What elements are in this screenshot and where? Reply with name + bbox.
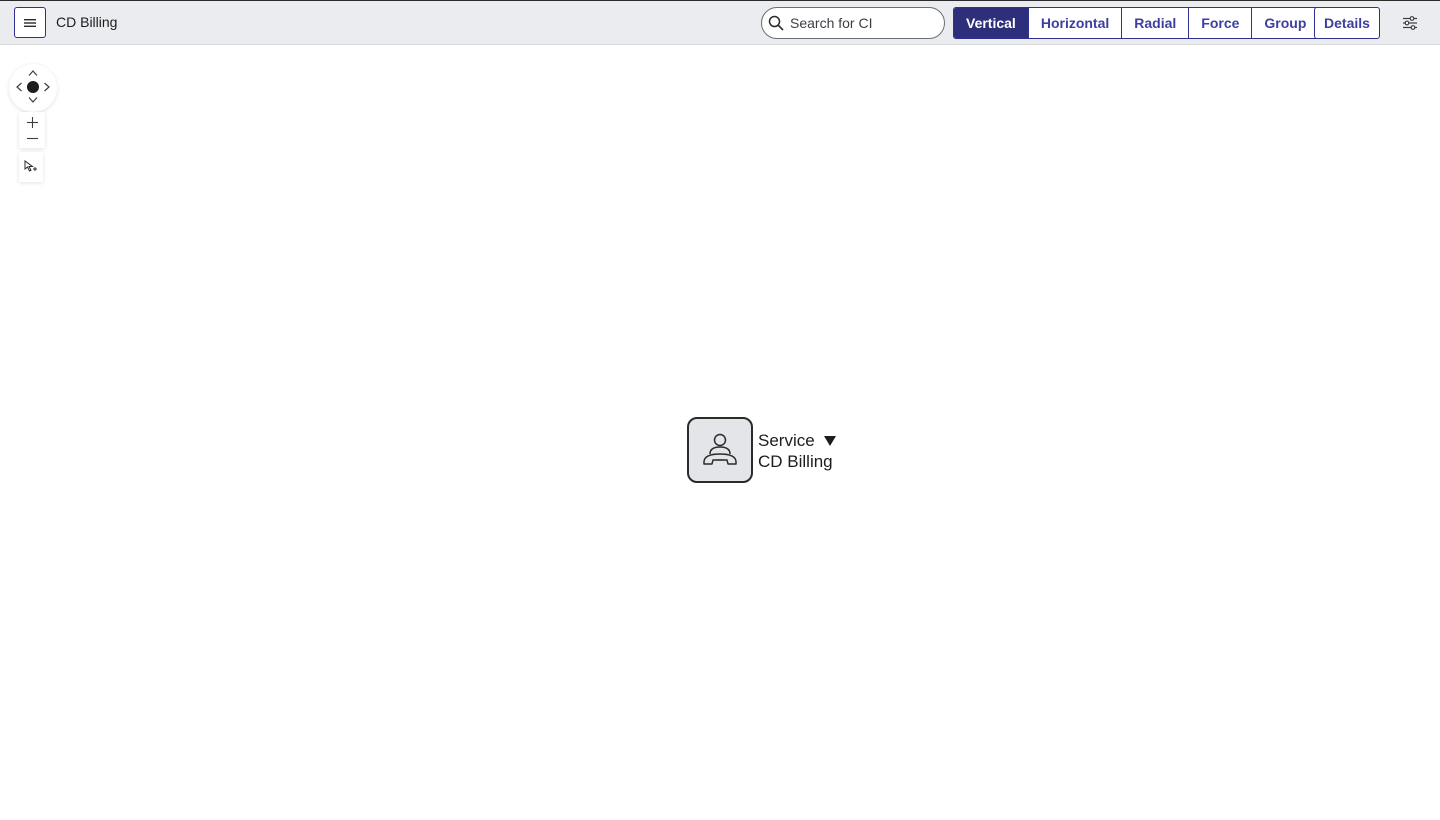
pan-down-button[interactable] [27, 94, 39, 106]
chevron-down-icon [28, 97, 38, 103]
settings-button[interactable] [1398, 12, 1422, 34]
select-tool-button[interactable] [19, 152, 43, 182]
minus-icon [26, 137, 38, 139]
page-title: CD Billing [56, 14, 118, 30]
pan-right-button[interactable] [41, 81, 53, 93]
node-name-label: CD Billing [758, 452, 833, 471]
pan-up-button[interactable] [27, 67, 39, 79]
expand-node-button[interactable] [823, 434, 837, 446]
sliders-icon [1403, 16, 1417, 30]
chevron-left-icon [16, 82, 22, 92]
layout-force-button[interactable]: Force [1189, 8, 1253, 38]
layout-horizontal-button[interactable]: Horizontal [1029, 8, 1123, 38]
search-input[interactable] [790, 15, 930, 31]
pan-left-button[interactable] [13, 81, 25, 93]
menu-button[interactable] [14, 7, 46, 38]
service-node[interactable]: Service CD Billing [687, 417, 857, 485]
search-icon [768, 15, 784, 31]
center-view-button[interactable] [27, 81, 39, 93]
layout-radial-button[interactable]: Radial [1122, 8, 1190, 38]
layout-vertical-button[interactable]: Vertical [954, 8, 1029, 38]
chevron-up-icon [28, 70, 38, 76]
pointer-select-icon [24, 160, 37, 172]
zoom-control [19, 112, 45, 148]
node-type-label: Service [758, 431, 815, 450]
service-person-phone-icon [703, 433, 737, 465]
layout-switcher: Vertical Horizontal Radial Force Group [953, 7, 1320, 39]
chevron-right-icon [44, 82, 50, 92]
top-toolbar: CD Billing Vertical Horizontal Radial Fo… [0, 0, 1440, 45]
hamburger-icon [24, 18, 36, 27]
zoom-out-button[interactable] [19, 130, 45, 146]
zoom-in-button[interactable] [19, 114, 45, 130]
service-node-box[interactable] [687, 417, 753, 483]
plus-icon [26, 116, 38, 128]
caret-down-icon [824, 436, 836, 446]
details-button[interactable]: Details [1314, 7, 1380, 39]
search-box[interactable] [761, 7, 945, 39]
pan-control [9, 64, 57, 112]
layout-group-button[interactable]: Group [1252, 8, 1318, 38]
